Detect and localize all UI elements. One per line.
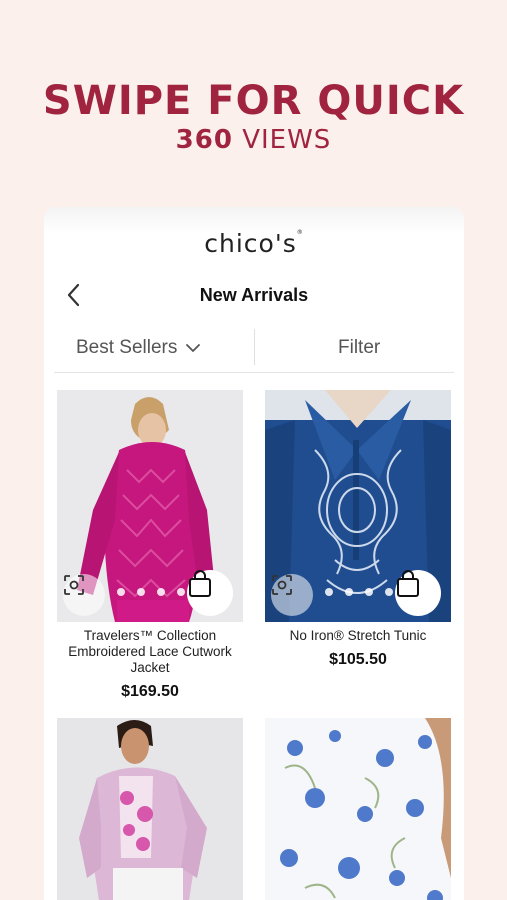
brand-logo[interactable]: chico's® <box>44 229 464 258</box>
product-card[interactable]: No Iron® Stretch Tunic $105.50 <box>265 390 451 669</box>
carousel-dot[interactable] <box>177 588 185 596</box>
product-price: $105.50 <box>329 651 387 668</box>
product-image[interactable] <box>265 390 451 622</box>
carousel-dot[interactable] <box>325 588 333 596</box>
carousel-dot[interactable] <box>157 588 165 596</box>
brand-logo-text: chico's <box>204 229 297 258</box>
360-view-icon <box>272 575 292 595</box>
360-view-icon <box>64 575 84 595</box>
product-card[interactable] <box>265 718 451 900</box>
product-card[interactable]: Travelers™ Collection Embroidered Lace C… <box>57 390 243 701</box>
promo-subtitle-text: VIEWS <box>232 125 332 155</box>
sort-dropdown[interactable]: Best Sellers <box>76 337 201 359</box>
sort-label: Best Sellers <box>76 337 178 358</box>
view-360-button[interactable] <box>271 574 313 616</box>
product-image[interactable] <box>57 718 243 900</box>
app-screen: chico's® New Arrivals Best Sellers Filte… <box>44 207 464 900</box>
carousel-dot[interactable] <box>117 588 125 596</box>
shopping-bag-icon <box>189 570 211 597</box>
carousel-dot[interactable] <box>345 588 353 596</box>
product-card[interactable] <box>57 718 243 900</box>
product-price: $169.50 <box>121 683 179 700</box>
promo-header: SWIPE FOR QUICK 360 VIEWS <box>0 78 507 156</box>
carousel-dot[interactable] <box>137 588 145 596</box>
chevron-down-icon <box>186 344 201 352</box>
product-photo-lilac-jacket <box>57 718 243 900</box>
promo-title: SWIPE FOR QUICK <box>42 78 465 124</box>
logo-trademark-mark: ® <box>296 229 304 236</box>
product-image[interactable] <box>57 390 243 622</box>
view-360-button[interactable] <box>63 574 105 616</box>
sort-filter-bar: Best Sellers Filter <box>54 325 454 373</box>
product-name[interactable]: Travelers™ Collection Embroidered Lace C… <box>57 628 243 676</box>
toolbar-divider <box>254 329 255 365</box>
product-photo-floral-top <box>265 718 451 900</box>
image-carousel-dots[interactable] <box>325 588 393 596</box>
promo-subtitle: 360 VIEWS <box>0 124 507 156</box>
logo-bar: chico's® <box>44 207 464 273</box>
add-to-bag-button[interactable] <box>187 570 233 616</box>
add-to-bag-button[interactable] <box>395 570 441 616</box>
shopping-bag-icon <box>397 570 419 597</box>
product-image[interactable] <box>265 718 451 900</box>
filter-button[interactable]: Filter <box>338 337 380 359</box>
carousel-dot[interactable] <box>365 588 373 596</box>
product-name[interactable]: No Iron® Stretch Tunic <box>265 628 451 644</box>
promo-subtitle-number: 360 <box>175 125 233 155</box>
page-title: New Arrivals <box>199 285 309 305</box>
carousel-dot[interactable] <box>385 588 393 596</box>
navigation-bar: New Arrivals <box>44 277 464 313</box>
